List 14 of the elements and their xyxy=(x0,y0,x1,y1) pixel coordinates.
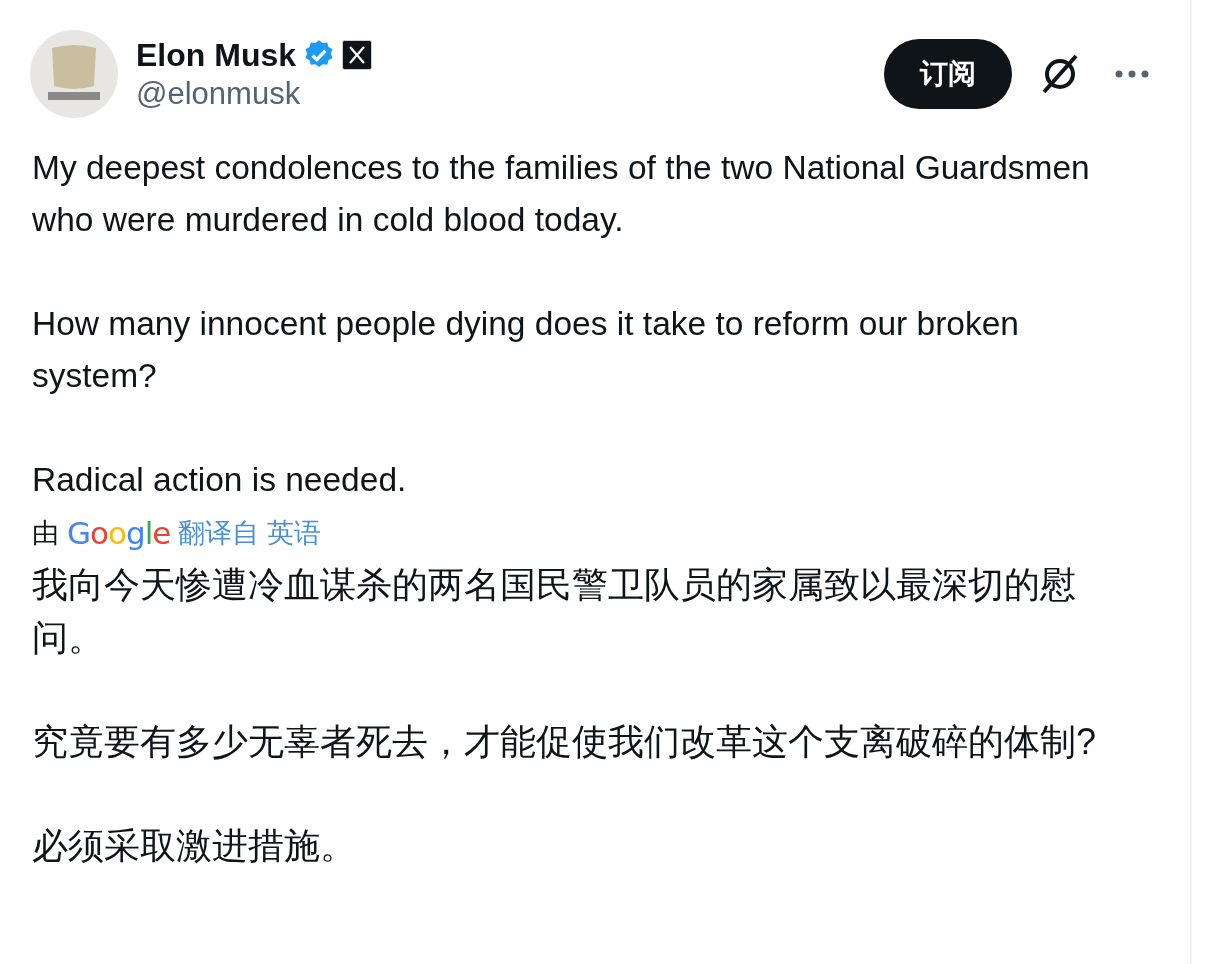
author-name[interactable]: Elon Musk xyxy=(136,36,296,74)
translated-paragraph: 我向今天惨遭冷血谋杀的两名国民警卫队员的家属致以最深切的慰问。 xyxy=(32,563,1077,660)
post-paragraph: Radical action is needed. xyxy=(32,460,408,500)
post-paragraph: How many innocent people dying does it take to reform our broken system? xyxy=(32,304,1020,396)
avatar[interactable] xyxy=(30,30,118,118)
translated-paragraph: 究竟要有多少无辜者死去，才能促使我们改革这个支离破碎的体制? xyxy=(32,720,1098,764)
google-logo: Google xyxy=(67,515,171,551)
post-paragraph: My deepest condolences to the families of the two National Guardsmen who were murdered in cold blood today. xyxy=(32,148,1091,240)
author-handle[interactable]: @elonmusk xyxy=(136,75,866,112)
translated-paragraph: 必须采取激进措施。 xyxy=(32,824,357,868)
more-icon[interactable] xyxy=(1114,69,1150,79)
translated-by-label: 由 xyxy=(32,517,59,550)
x-logo-icon xyxy=(342,40,372,70)
subscribe-button[interactable]: 订阅 xyxy=(884,39,1012,109)
